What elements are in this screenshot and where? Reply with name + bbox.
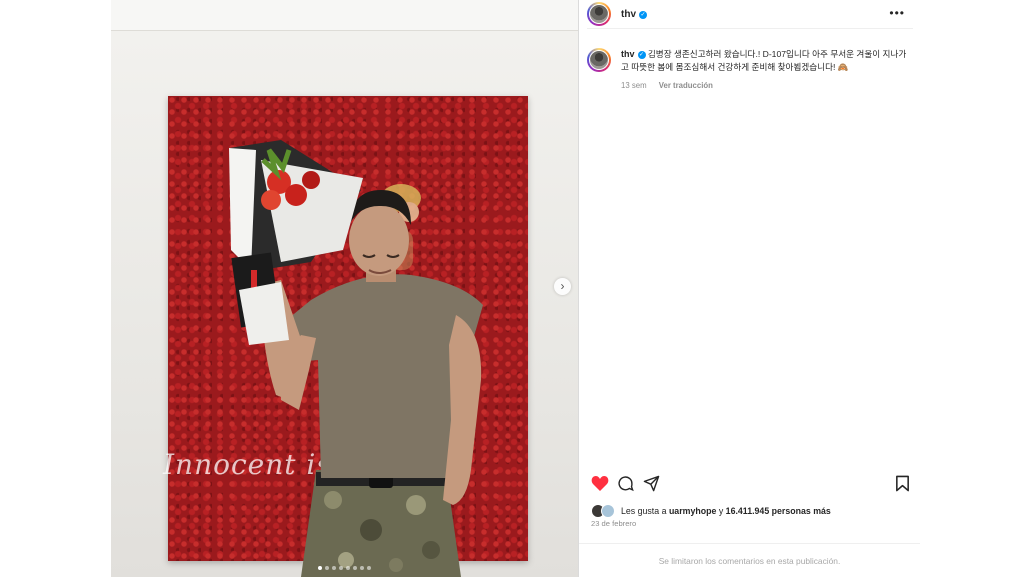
liker-avatars bbox=[591, 504, 615, 518]
carousel-dot bbox=[346, 566, 350, 570]
carousel-dot bbox=[318, 566, 322, 570]
more-options-icon[interactable]: ••• bbox=[889, 6, 905, 20]
post-date[interactable]: 23 de febrero bbox=[591, 519, 636, 528]
action-bar bbox=[591, 475, 911, 493]
liked-by-user-link[interactable]: uarmyhope bbox=[669, 506, 716, 516]
carousel-dot bbox=[332, 566, 336, 570]
post-side-panel: thv ✓ ••• thv ✓ 김병장 생존신고하러 왔습니다.! D-107입니다… bbox=[578, 0, 920, 577]
comment-icon[interactable] bbox=[617, 475, 634, 492]
post-media-image[interactable]: Innocent is ... ity › bbox=[111, 0, 578, 577]
share-icon[interactable] bbox=[643, 475, 660, 492]
bookmark-icon[interactable] bbox=[895, 475, 910, 492]
caption-meta: 13 sem Ver traducción bbox=[621, 79, 907, 92]
time-ago[interactable]: 13 sem bbox=[621, 81, 647, 90]
comments-limited-notice: Se limitaron los comentarios en esta pub… bbox=[579, 543, 920, 578]
caption-block: thv ✓ 김병장 생존신고하러 왔습니다.! D-107입니다 아주 무서운 겨… bbox=[587, 48, 913, 92]
chevron-right-icon: › bbox=[560, 279, 565, 293]
likes-prefix: Les gusta a bbox=[621, 506, 667, 516]
likes-count-link[interactable]: 16.411.945 personas más bbox=[726, 506, 831, 516]
caption-username[interactable]: thv bbox=[621, 49, 635, 59]
instagram-post-modal: Innocent is ... ity › thv ✓ ••• thv ✓ 김병… bbox=[111, 0, 920, 577]
likes-connector: y bbox=[718, 506, 724, 516]
carousel-indicator bbox=[111, 566, 578, 570]
avatar bbox=[601, 504, 615, 518]
carousel-dot bbox=[367, 566, 371, 570]
verified-badge-icon: ✓ bbox=[639, 10, 647, 19]
carousel-dot bbox=[325, 566, 329, 570]
heart-icon[interactable] bbox=[591, 475, 609, 492]
carousel-dot bbox=[360, 566, 364, 570]
post-header: thv ✓ ••• bbox=[587, 0, 913, 29]
see-translation-link[interactable]: Ver traducción bbox=[659, 81, 713, 90]
next-slide-button[interactable]: › bbox=[554, 278, 571, 295]
likes-summary: Les gusta a uarmyhope y 16.411.945 perso… bbox=[591, 504, 831, 518]
caption-avatar[interactable] bbox=[587, 48, 611, 72]
carousel-dot bbox=[339, 566, 343, 570]
carousel-dot bbox=[353, 566, 357, 570]
person-illustration bbox=[229, 140, 483, 577]
username-link[interactable]: thv ✓ bbox=[621, 9, 647, 20]
face bbox=[349, 204, 409, 276]
username-text: thv bbox=[621, 8, 636, 20]
verified-badge-icon: ✓ bbox=[637, 51, 646, 59]
caption-text: 김병장 생존신고하러 왔습니다.! D-107입니다 아주 무서운 겨울이 지나… bbox=[621, 49, 907, 72]
avatar[interactable] bbox=[587, 2, 611, 26]
